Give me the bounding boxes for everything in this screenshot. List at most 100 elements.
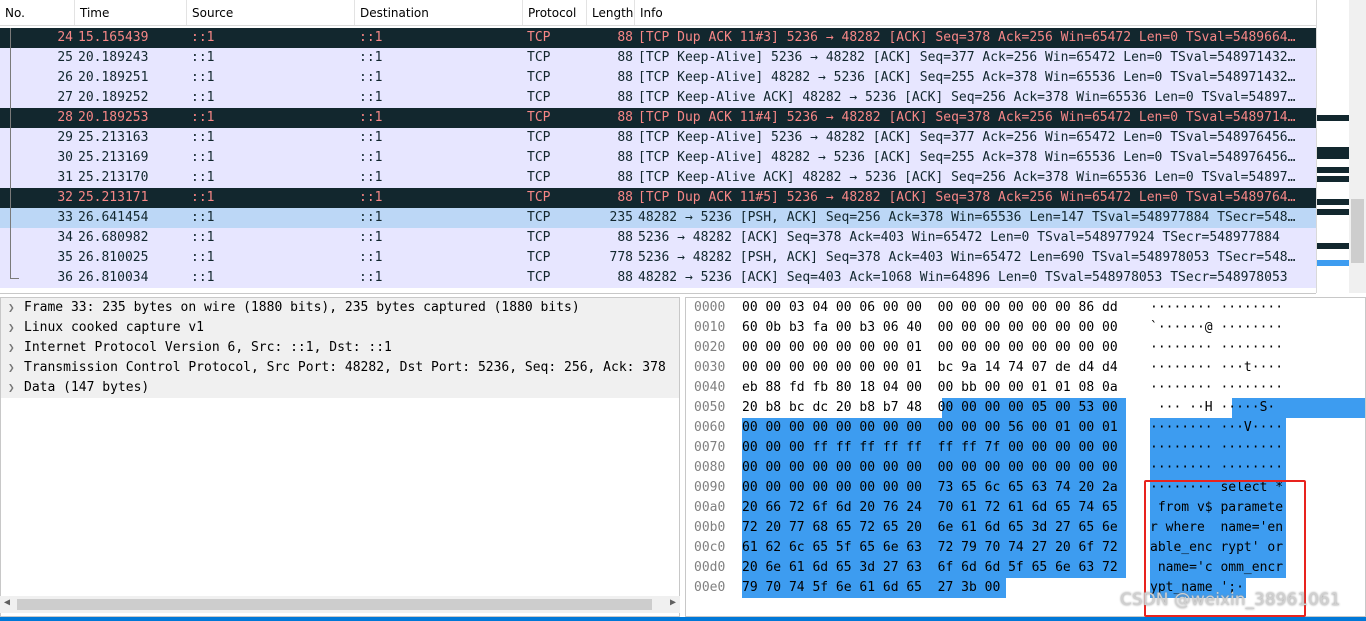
packet-proto-cell: TCP [527, 270, 551, 285]
column-length[interactable]: Length [587, 0, 635, 25]
bytes-row[interactable]: 0030 00 00 00 00 00 00 00 01 bc 9a 14 74 … [686, 358, 1365, 378]
packet-row[interactable]: 36 26.810034::1::1 TCP 88 48282 → 5236 [ACK]… [0, 268, 1316, 288]
details-tree-item[interactable]: ❯ Frame 33: 235 bytes on wire (1880 bits)… [1, 298, 679, 318]
packet-len-cell: 778 [609, 250, 633, 265]
packet-info-cell: 48282 → 5236 [PSH, ACK] Seq=256 Ack=378 … [638, 210, 1296, 225]
bytes-offset: 0020 [694, 340, 726, 355]
bytes-row[interactable]: 0090 00 00 00 00 00 00 00 00 73 65 6c 65 … [686, 478, 1365, 498]
bytes-ascii: ········ select * [1150, 480, 1284, 495]
bytes-hex: 20 66 72 6f 6d 20 76 24 70 61 72 61 6d 6… [742, 500, 1118, 515]
bytes-row[interactable]: 0080 00 00 00 00 00 00 00 00 00 00 00 00 … [686, 458, 1365, 478]
packet-row[interactable]: 30 25.213169::1::1 TCP 88 [TCP Keep-Alive] 4… [0, 148, 1316, 168]
packet-bytes-pane: 0000 00 00 03 04 00 06 00 00 00 00 00 00 … [685, 297, 1366, 617]
packet-info-cell: [TCP Dup ACK 11#3] 5236 → 48282 [ACK] Se… [638, 30, 1296, 45]
scrollbar-thumb[interactable] [1351, 199, 1364, 263]
column-time[interactable]: Time [75, 0, 187, 25]
expand-arrow-icon[interactable]: ❯ [8, 378, 15, 398]
packet-dst-cell: ::1 [359, 250, 383, 265]
packet-src-cell: ::1 [191, 170, 215, 185]
details-tree-item[interactable]: ❯ Linux cooked capture v1 [1, 318, 679, 338]
packet-row[interactable]: 29 25.213163::1::1 TCP 88 [TCP Keep-Alive] 5… [0, 128, 1316, 148]
column-protocol[interactable]: Protocol [523, 0, 587, 25]
scrollbar-thumb[interactable] [17, 599, 652, 610]
bytes-offset: 00b0 [694, 520, 726, 535]
scroll-right-icon[interactable]: ▶ [670, 597, 676, 608]
bytes-ascii: ··· ··H ·····S· [1150, 400, 1276, 415]
column-source[interactable]: Source [187, 0, 355, 25]
bytes-row[interactable]: 00a0 20 66 72 6f 6d 20 76 24 70 61 72 61 … [686, 498, 1365, 518]
bytes-ascii: ········ ···t···· [1150, 360, 1284, 375]
packet-src-cell: ::1 [191, 50, 215, 65]
packet-len-cell: 235 [609, 210, 633, 225]
packet-row[interactable]: 34 26.680982::1::1 TCP 88 5236 → 48282 [ACK]… [0, 228, 1316, 248]
packet-row[interactable]: 31 25.213170::1::1 TCP 88 [TCP Keep-Alive AC… [0, 168, 1316, 188]
details-item-label: Linux cooked capture v1 [24, 320, 205, 335]
bytes-hex: 00 00 03 04 00 06 00 00 00 00 00 00 00 0… [742, 300, 1118, 315]
packet-info-cell: 5236 → 48282 [ACK] Seq=378 Ack=403 Win=6… [638, 230, 1280, 245]
packet-dst-cell: ::1 [359, 170, 383, 185]
packet-proto-cell: TCP [527, 230, 551, 245]
expand-arrow-icon[interactable]: ❯ [8, 298, 15, 318]
packet-len-cell: 88 [617, 270, 633, 285]
conversation-bracket [10, 108, 11, 128]
packet-len-cell: 88 [617, 170, 633, 185]
packet-time-cell: 26.810025 [78, 250, 149, 265]
bytes-row[interactable]: 0060 00 00 00 00 00 00 00 00 00 00 00 56 … [686, 418, 1365, 438]
packet-row[interactable]: 28 20.189253::1::1 TCP 88 [TCP Dup ACK 11#4]… [0, 108, 1316, 128]
packet-len-cell: 88 [617, 190, 633, 205]
details-tree-item[interactable]: ❯ Transmission Control Protocol, Src Port… [1, 358, 679, 378]
column-no[interactable]: No. [0, 0, 75, 25]
conversation-bracket [10, 268, 19, 279]
packet-minimap[interactable] [1316, 0, 1349, 293]
packet-src-cell: ::1 [191, 110, 215, 125]
packet-src-cell: ::1 [191, 190, 215, 205]
conversation-bracket [10, 68, 11, 88]
conversation-bracket [10, 88, 11, 108]
packet-time-cell: 20.189253 [78, 110, 149, 125]
column-destination[interactable]: Destination [355, 0, 523, 25]
packet-src-cell: ::1 [191, 150, 215, 165]
bytes-row[interactable]: 0010 60 0b b3 fa 00 b3 06 40 00 00 00 00 … [686, 318, 1365, 338]
conversation-bracket [10, 248, 11, 268]
packet-dst-cell: ::1 [359, 150, 383, 165]
conversation-bracket [10, 208, 11, 228]
details-horizontal-scrollbar[interactable]: ◀ ▶ [0, 596, 680, 613]
packet-proto-cell: TCP [527, 90, 551, 105]
bytes-hex: 79 70 74 5f 6e 61 6d 65 27 3b 00 [742, 580, 1001, 595]
packet-proto-cell: TCP [527, 250, 551, 265]
bytes-row[interactable]: 00d0 20 6e 61 6d 65 3d 27 63 6f 6d 6d 5f … [686, 558, 1365, 578]
packet-proto-cell: TCP [527, 110, 551, 125]
packet-row[interactable]: 27 20.189252::1::1 TCP 88 [TCP Keep-Alive AC… [0, 88, 1316, 108]
packet-list-scrollbar[interactable] [1349, 0, 1366, 293]
bytes-row[interactable]: 0020 00 00 00 00 00 00 00 01 00 00 00 00 … [686, 338, 1365, 358]
packet-row[interactable]: 32 25.213171::1::1 TCP 88 [TCP Dup ACK 11#5]… [0, 188, 1316, 208]
status-bar-edge [0, 617, 1366, 621]
packet-dst-cell: ::1 [359, 50, 383, 65]
bytes-row[interactable]: 0000 00 00 03 04 00 06 00 00 00 00 00 00 … [686, 298, 1365, 318]
packet-row[interactable]: 25 20.189243::1::1 TCP 88 [TCP Keep-Alive] 5… [0, 48, 1316, 68]
details-tree-item[interactable]: ❯ Internet Protocol Version 6, Src: ::1, … [1, 338, 679, 358]
expand-arrow-icon[interactable]: ❯ [8, 358, 15, 378]
details-item-label: Data (147 bytes) [24, 380, 150, 395]
bytes-ascii: `······@ ········ [1150, 320, 1284, 335]
bytes-row[interactable]: 0050 20 b8 bc dc 20 b8 b7 48 00 00 00 00 … [686, 398, 1365, 418]
packet-proto-cell: TCP [527, 190, 551, 205]
minimap-mark [1317, 176, 1349, 182]
expand-arrow-icon[interactable]: ❯ [8, 338, 15, 358]
conversation-bracket [10, 48, 11, 68]
packet-len-cell: 88 [617, 30, 633, 45]
expand-arrow-icon[interactable]: ❯ [8, 318, 15, 338]
bytes-row[interactable]: 0070 00 00 00 ff ff ff ff ff ff ff 7f 00 … [686, 438, 1365, 458]
packet-time-cell: 26.810034 [78, 270, 149, 285]
bytes-row[interactable]: 00c0 61 62 6c 65 5f 65 6e 63 72 79 70 74 … [686, 538, 1365, 558]
bytes-row[interactable]: 00b0 72 20 77 68 65 72 65 20 6e 61 6d 65 … [686, 518, 1365, 538]
packet-row[interactable]: 24 15.165439::1::1 TCP 88 [TCP Dup ACK 11#3]… [0, 28, 1316, 48]
bytes-offset: 00a0 [694, 500, 726, 515]
column-info[interactable]: Info [635, 0, 1316, 25]
bytes-row[interactable]: 0040 eb 88 fd fb 80 18 04 00 00 bb 00 00 … [686, 378, 1365, 398]
scroll-left-icon[interactable]: ◀ [4, 597, 10, 608]
details-tree-item[interactable]: ❯ Data (147 bytes) [1, 378, 679, 398]
packet-row[interactable]: 26 20.189251::1::1 TCP 88 [TCP Keep-Alive] 4… [0, 68, 1316, 88]
packet-row[interactable]: 35 26.810025::1::1 TCP 778 5236 → 48282 [PSH… [0, 248, 1316, 268]
packet-row[interactable]: 33 26.641454::1::1 TCP 235 48282 → 5236 [PSH… [0, 208, 1316, 228]
